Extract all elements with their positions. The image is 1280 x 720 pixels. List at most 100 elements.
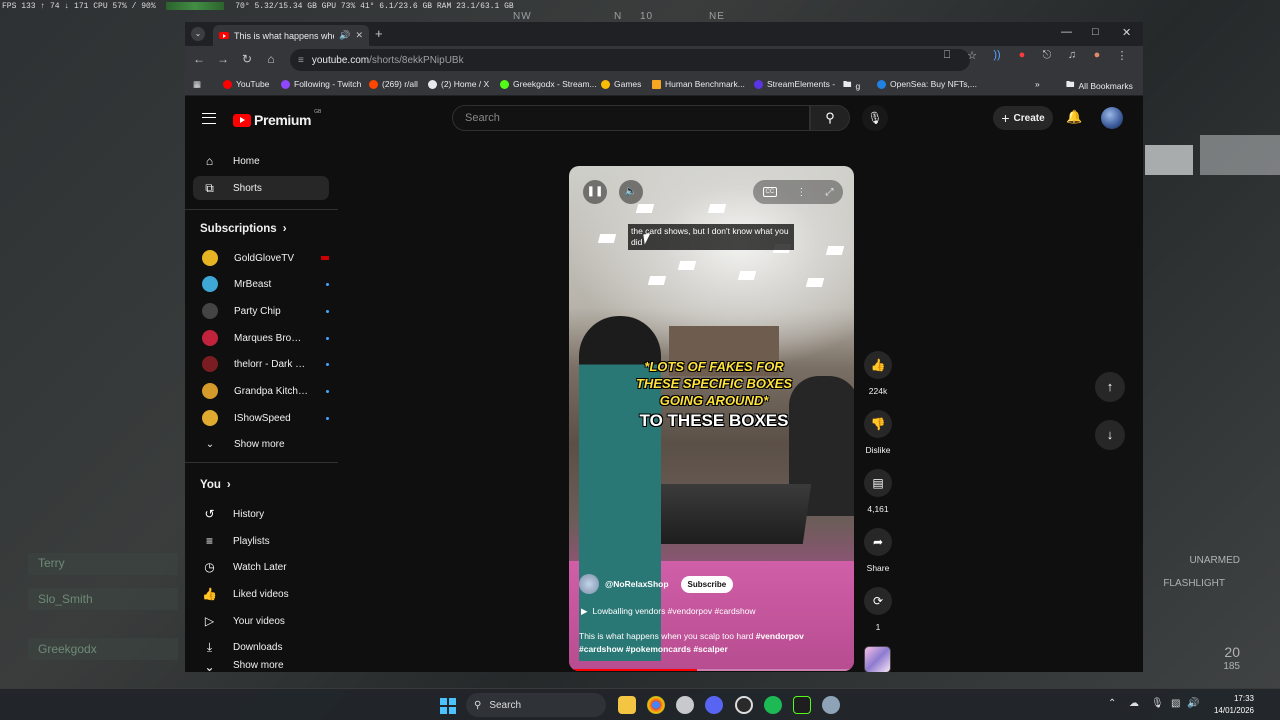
minimize-button[interactable]: — [1061, 26, 1072, 38]
pause-button[interactable]: ❚❚ [583, 180, 607, 204]
ccleaner-icon[interactable] [676, 696, 694, 714]
bookmark-item[interactable]: Following - Twitch [281, 79, 361, 89]
comments-button[interactable]: ▤ 4,161 [861, 469, 895, 514]
start-button[interactable] [440, 698, 456, 714]
share-button[interactable]: ➦ Share [861, 528, 895, 573]
bookmark-star-icon[interactable]: ☆ [965, 49, 979, 62]
back-icon[interactable]: ← [191, 52, 207, 66]
spotify-icon[interactable] [764, 696, 782, 714]
bookmark-item[interactable]: (269) r/all [369, 79, 418, 89]
extension-audio-icon[interactable]: )) [990, 49, 1004, 62]
profile-avatar-icon[interactable]: ● [1090, 49, 1104, 62]
sidebar-item-history[interactable]: ↺ History [193, 502, 329, 526]
subscription-item[interactable]: IShowSpeed [193, 406, 329, 430]
search-input[interactable]: Search [452, 105, 810, 131]
channel-avatar[interactable] [579, 574, 599, 594]
chrome-icon[interactable] [647, 696, 665, 714]
guide-menu-icon[interactable] [202, 113, 216, 124]
extension-record-icon[interactable]: ● [1015, 49, 1029, 62]
maximize-button[interactable]: □ [1092, 26, 1099, 38]
hashtag-link[interactable]: #vendorpov [756, 631, 804, 641]
bookmark-item[interactable]: YouTube [223, 79, 269, 89]
create-button[interactable]: + Create [993, 106, 1053, 130]
obs-icon[interactable] [735, 696, 753, 714]
browser-menu-icon[interactable]: ⋮ [1115, 49, 1129, 62]
close-window-button[interactable]: ✕ [1122, 26, 1131, 39]
discord-icon[interactable] [705, 696, 723, 714]
next-short-button[interactable]: ↓ [1095, 420, 1125, 450]
volume-icon[interactable]: 🔊 [1187, 698, 1199, 709]
bookmark-folder[interactable]: 🖿 g [843, 79, 860, 93]
home-icon[interactable]: ⌂ [263, 52, 279, 66]
sidebar-item-your-videos[interactable]: ▷ Your videos [193, 609, 329, 633]
microphone-icon[interactable]: 🎙 [1151, 698, 1164, 709]
sidebar-item-liked-videos[interactable]: 👍 Liked videos [193, 582, 329, 606]
site-info-icon[interactable]: ≡ [298, 55, 304, 66]
subscription-item[interactable]: thelorr - Dark and Darker [193, 352, 329, 376]
bookmark-item[interactable]: StreamElements - [754, 79, 835, 89]
subscription-item[interactable]: MrBeast [193, 272, 329, 296]
apps-grid-icon[interactable]: ▦ [193, 79, 201, 90]
active-tab[interactable]: This is what happens when you scalp too … [213, 25, 369, 46]
taskbar-search[interactable]: ⚲ Search [466, 693, 606, 717]
subscribe-button[interactable]: Subscribe [680, 575, 734, 593]
subscription-item[interactable]: Grandpa Kitchen [193, 379, 329, 403]
search-button[interactable]: ⚲ [810, 105, 850, 131]
file-explorer-icon[interactable] [618, 696, 636, 714]
sidebar-item-shorts[interactable]: ⧉ Shorts [193, 176, 329, 200]
address-bar[interactable]: ≡ youtube.com/shorts/8ekkPNipUBk [290, 49, 970, 71]
bookmark-item[interactable]: Games [601, 79, 641, 89]
media-controls-icon[interactable]: ♫ [1065, 49, 1079, 62]
bookmark-item[interactable]: OpenSea: Buy NFTs,... [877, 79, 977, 89]
sidebar-item-playlists[interactable]: ≡ Playlists [193, 529, 329, 553]
captions-icon[interactable]: CC [762, 187, 778, 197]
channel-handle[interactable]: @NoRelaxShop [605, 579, 669, 589]
shorts-player[interactable]: ❚❚ 🔈 CC ⋮ ⤢ the card shows, but I don't … [569, 166, 854, 671]
voice-search-button[interactable]: 🎙 [862, 105, 888, 131]
subscriptions-heading[interactable]: Subscriptions › [200, 223, 287, 235]
forward-icon[interactable]: → [215, 52, 231, 66]
subscription-item[interactable]: Party Chip [193, 299, 329, 323]
hashtag-link[interactable]: #cardshow #pokemoncards #scalper [579, 644, 728, 654]
subscription-item[interactable]: Marques Brownlee [193, 326, 329, 350]
extensions-icon[interactable]: ⎋ [1040, 49, 1054, 62]
tab-search-button[interactable]: ⌄ [191, 27, 205, 41]
dislike-button[interactable]: 👎 Dislike [861, 410, 895, 455]
subscription-item[interactable]: GoldGloveTV [193, 246, 329, 270]
sidebar-item-watch-later[interactable]: ◷ Watch Later [193, 555, 329, 579]
reload-icon[interactable]: ↻ [239, 52, 255, 66]
new-tab-button[interactable]: + [375, 26, 383, 41]
bookmark-item[interactable]: Greekgodx - Stream... [500, 79, 597, 89]
sound-row[interactable]: ▶ Lowballing vendors #vendorpov #cardsho… [581, 606, 756, 617]
tab-audio-icon[interactable]: 🔊 [339, 30, 350, 41]
settings-gear-icon[interactable] [822, 696, 840, 714]
show-more-subscriptions[interactable]: ⌄ Show more [193, 432, 329, 456]
all-bookmarks[interactable]: 🖿 All Bookmarks [1066, 79, 1133, 93]
system-clock[interactable]: 17:33 14/01/2026 [1206, 693, 1254, 717]
bookmarks-overflow-icon[interactable]: » [1035, 79, 1040, 89]
sidebar-item-home[interactable]: ⌂ Home [193, 149, 329, 173]
like-button[interactable]: 👍 224k [861, 351, 895, 396]
sidebar-item-downloads[interactable]: ⤓ Downloads [193, 635, 329, 659]
fullscreen-icon[interactable]: ⤢ [825, 187, 833, 198]
volume-button[interactable]: 🔈 [619, 180, 643, 204]
app-icon[interactable] [793, 696, 811, 714]
you-heading[interactable]: You › [200, 479, 231, 491]
bookmark-item[interactable]: Human Benchmark... [652, 79, 745, 89]
install-app-icon[interactable]: ⎕ [940, 49, 954, 62]
notifications-bell-icon[interactable]: 🔔 [1066, 109, 1082, 125]
remix-button[interactable]: ⟳ 1 [861, 587, 895, 632]
network-icon[interactable]: ▧ [1171, 698, 1180, 709]
more-options-icon[interactable]: ⋮ [796, 187, 806, 198]
progress-bar[interactable] [569, 669, 854, 671]
wall-panel [1145, 145, 1193, 175]
sidebar-item-show-more[interactable]: ⌄ Show more [193, 660, 329, 672]
onedrive-icon[interactable]: ☁ [1129, 698, 1139, 709]
previous-short-button[interactable]: ↑ [1095, 372, 1125, 402]
youtube-premium-logo[interactable]: Premium GB [233, 109, 321, 128]
sound-thumbnail[interactable] [864, 646, 891, 672]
tray-overflow-icon[interactable]: ⌃ [1108, 698, 1116, 709]
account-avatar[interactable] [1101, 107, 1123, 129]
tab-close-icon[interactable]: ✕ [355, 30, 363, 41]
bookmark-item[interactable]: (2) Home / X [428, 79, 489, 89]
